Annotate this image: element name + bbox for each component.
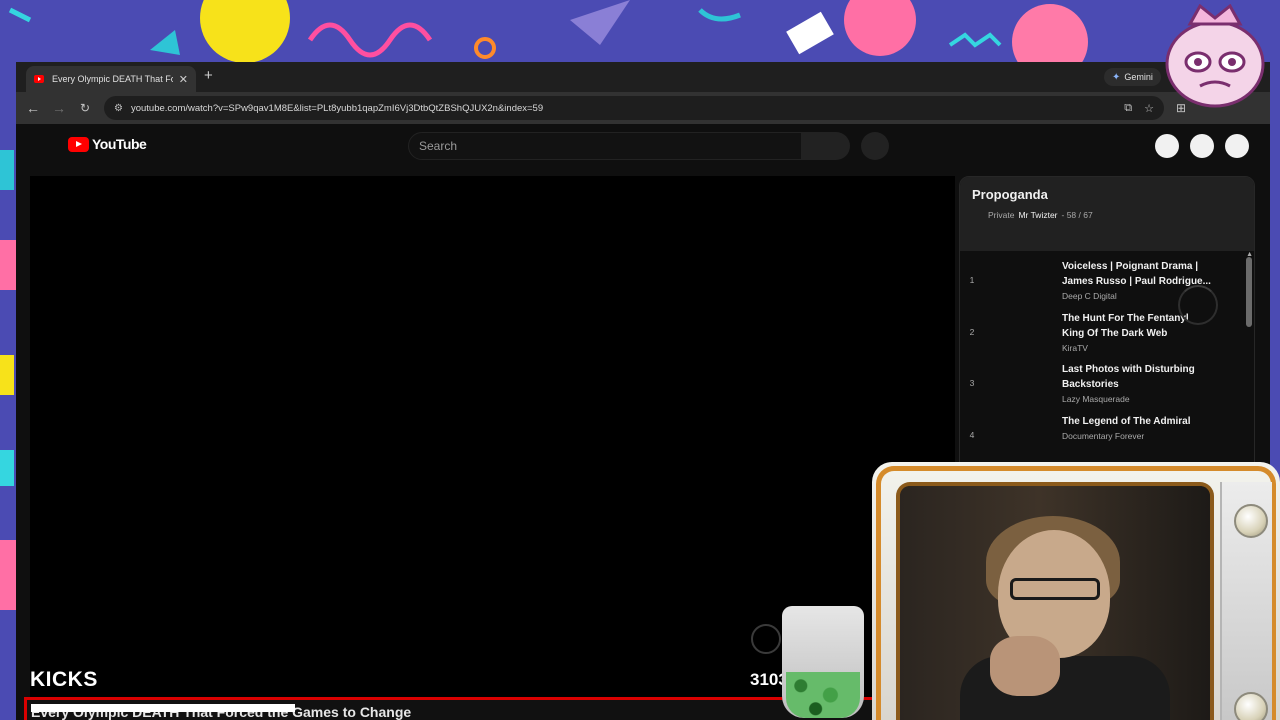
- gemini-sparkle-icon: ✦: [1112, 71, 1121, 83]
- youtube-logo-text: YouTube: [92, 136, 147, 152]
- install-app-icon[interactable]: ⧉: [1124, 102, 1132, 115]
- playlist-meta: Private Mr Twizter - 58 / 67: [972, 210, 1242, 220]
- youtube-header: YouTube: [16, 124, 1270, 166]
- address-bar[interactable]: ⚙ youtube.com/watch?v=SPw9qav1M8E&list=P…: [104, 96, 1164, 120]
- voice-search-button[interactable]: [861, 132, 889, 160]
- youtube-logo[interactable]: YouTube: [68, 136, 147, 152]
- playlist-item-index: 2: [969, 326, 975, 337]
- playlist-privacy: Private: [988, 210, 1015, 220]
- playlist-item-channel: KiraTV: [1062, 342, 1088, 353]
- kicks-label: KICKS: [30, 668, 98, 691]
- reload-button[interactable]: ↻: [72, 95, 98, 121]
- notifications-button[interactable]: [1190, 134, 1214, 158]
- avatar[interactable]: [1225, 134, 1249, 158]
- youtube-play-icon: [68, 136, 89, 152]
- playlist-item-index: 1: [969, 275, 975, 285]
- playlist-item-title[interactable]: Last Photos with Disturbing Backstories: [1062, 362, 1212, 392]
- webcam-tv-frame: [872, 462, 1280, 720]
- back-button[interactable]: ←: [20, 95, 46, 121]
- tab-title: Every Olympic DEATH That For: [52, 74, 173, 84]
- browser-toolbar: ← → ↻ ⚙ youtube.com/watch?v=SPw9qav1M8E&…: [16, 92, 1270, 124]
- playlist-panel: Propoganda Private Mr Twizter - 58 / 67 …: [959, 176, 1255, 476]
- bookmark-star-icon[interactable]: ☆: [1144, 102, 1154, 115]
- youtube-favicon-icon: [34, 75, 44, 83]
- streamer-image: [900, 486, 1210, 720]
- playlist-item-thumbnail[interactable]: [988, 413, 1054, 450]
- playlist-scrollbar[interactable]: [1246, 257, 1252, 327]
- search-button[interactable]: [802, 132, 850, 160]
- playlist-item-title[interactable]: Voiceless | Poignant Drama | James Russo…: [1062, 259, 1212, 289]
- tv-knob-icon: [1234, 692, 1268, 720]
- site-info-icon[interactable]: ⚙: [114, 103, 123, 114]
- playlist-item-index: 4: [969, 429, 975, 440]
- forward-button[interactable]: →: [46, 95, 72, 121]
- gemini-label: Gemini: [1124, 72, 1153, 82]
- goal-jar-icon: [782, 606, 864, 718]
- tab-strip: Every Olympic DEATH That For ✕ + ✦ Gemin…: [16, 62, 1270, 92]
- playlist-owner[interactable]: Mr Twizter: [1018, 210, 1057, 220]
- tv-knob-icon: [1234, 504, 1268, 538]
- search-box: [408, 132, 802, 160]
- tv-control-panel: [1220, 482, 1272, 720]
- now-playing-ticker: Every Olympic DEATH That Forced the Game…: [24, 697, 894, 720]
- playlist-item-channel: Lazy Masquerade: [1062, 394, 1130, 404]
- reload-icon: ↻: [79, 101, 91, 115]
- url-text: youtube.com/watch?v=SPw9qav1M8E&list=PLt…: [130, 102, 544, 114]
- playlist-item-thumbnail[interactable]: [988, 310, 1054, 347]
- playlist-item-thumbnail[interactable]: [988, 362, 1054, 398]
- playlist-item-thumbnail[interactable]: [988, 259, 1054, 295]
- overlay-spinner-icon: [751, 624, 781, 654]
- playlist-item[interactable]: 4 The Legend of The Admiral Documentary …: [960, 406, 1254, 458]
- arrow-right-icon: →: [52, 100, 66, 116]
- tab-close-icon[interactable]: ✕: [179, 73, 188, 86]
- playlist-title[interactable]: Propoganda: [972, 187, 1242, 202]
- gemini-button[interactable]: ✦ Gemini: [1104, 68, 1161, 86]
- loading-spinner-icon: [1178, 285, 1218, 325]
- arrow-left-icon: ←: [26, 100, 40, 116]
- playlist-item[interactable]: 3 Last Photos with Disturbing Backstorie…: [960, 354, 1254, 406]
- webcam-feed: [896, 482, 1214, 720]
- playlist-position: - 58 / 67: [1061, 210, 1093, 220]
- create-button[interactable]: [1155, 134, 1179, 158]
- search-input[interactable]: [419, 139, 801, 153]
- mascot-emote-icon: [1165, 4, 1265, 108]
- ticker-redaction-bar: [31, 704, 295, 712]
- playlist-item-title[interactable]: The Legend of The Admiral: [1062, 414, 1212, 429]
- playlist-header: Propoganda Private Mr Twizter - 58 / 67: [960, 177, 1254, 251]
- tab-active[interactable]: Every Olympic DEATH That For ✕: [26, 66, 196, 92]
- jar-fill: [786, 672, 860, 718]
- new-tab-button[interactable]: +: [204, 68, 213, 84]
- playlist-item-channel: Documentary Forever: [1062, 430, 1145, 441]
- playlist-item-index: 3: [969, 378, 975, 388]
